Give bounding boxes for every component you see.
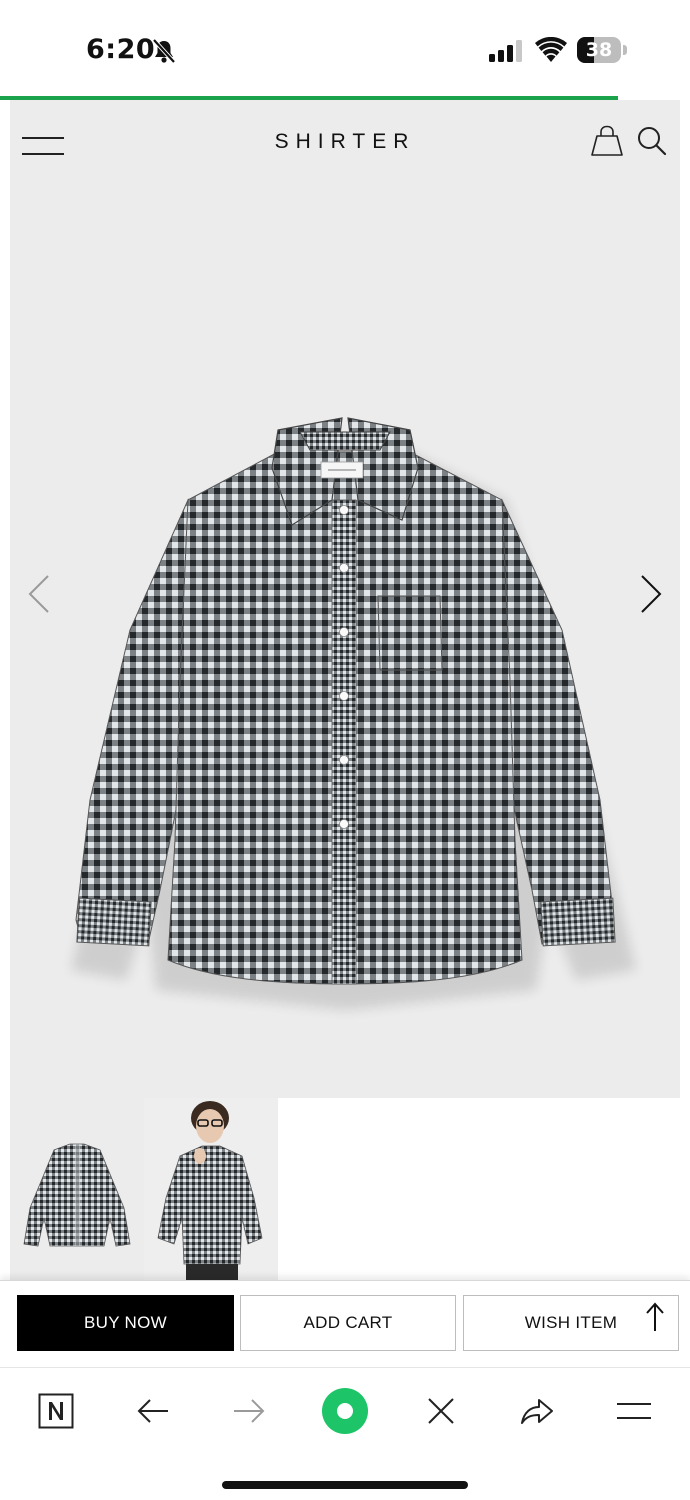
- shopping-bag-icon[interactable]: [588, 124, 626, 158]
- buy-now-button[interactable]: BUY NOW: [17, 1295, 234, 1351]
- back-arrow-icon[interactable]: [130, 1388, 176, 1434]
- battery-body: 38: [577, 37, 621, 63]
- page: 6:20 38 SHIRTER BUY NOW ADD CART WISH IT…: [0, 0, 690, 1500]
- home-indicator[interactable]: [222, 1481, 468, 1489]
- browser-toolbar: [0, 1367, 690, 1500]
- naver-n-icon[interactable]: [33, 1388, 79, 1434]
- next-image-arrow-icon[interactable]: [636, 572, 666, 616]
- add-cart-button[interactable]: ADD CART: [240, 1295, 456, 1351]
- share-icon[interactable]: [514, 1388, 560, 1434]
- status-time: 6:20: [86, 34, 156, 65]
- product-page: SHIRTER: [10, 100, 680, 1280]
- battery-level: 38: [585, 39, 613, 61]
- status-bar: 6:20 38: [0, 0, 690, 98]
- cellular-signal-icon: [489, 40, 522, 62]
- scroll-to-top-arrow-icon[interactable]: [643, 1301, 667, 1333]
- wifi-icon: [535, 37, 567, 62]
- close-icon[interactable]: [418, 1388, 464, 1434]
- thumbnail-strip: [10, 1098, 680, 1280]
- battery-cap: [623, 45, 627, 55]
- menu-lines-icon[interactable]: [611, 1388, 657, 1434]
- thumbnail-shirt-flat-lay[interactable]: [10, 1098, 144, 1280]
- product-action-bar: BUY NOW ADD CART WISH ITEM: [0, 1280, 690, 1366]
- search-icon[interactable]: [636, 124, 668, 158]
- previous-image-arrow-icon[interactable]: [24, 572, 54, 616]
- product-image: [71, 417, 636, 1010]
- green-home-icon[interactable]: [322, 1388, 368, 1434]
- bell-slash-icon: [152, 38, 176, 64]
- brand-logo[interactable]: SHIRTER: [10, 130, 680, 154]
- forward-arrow-icon[interactable]: [226, 1388, 272, 1434]
- thumbnail-model-wearing-shirt[interactable]: [144, 1098, 278, 1280]
- battery-icon: 38: [577, 37, 627, 63]
